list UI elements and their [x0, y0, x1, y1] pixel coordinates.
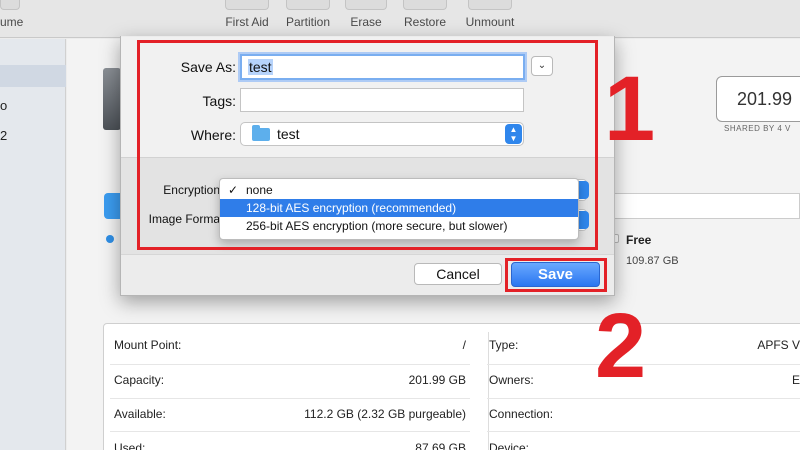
- partition-icon: [286, 0, 330, 10]
- free-label: Free: [626, 233, 652, 247]
- used-label: Used:: [114, 441, 146, 450]
- restore-button[interactable]: Restore: [396, 0, 454, 29]
- volume-icon: [0, 0, 20, 10]
- sidebar-item-label: 2: [0, 128, 8, 143]
- used-value: 87.69 GB: [415, 441, 466, 450]
- type-label: Type:: [489, 338, 519, 352]
- owners-value: E: [791, 373, 800, 387]
- unmount-icon: [468, 0, 512, 10]
- toolbar-volume-button[interactable]: ume: [0, 0, 24, 29]
- divider: [110, 398, 470, 399]
- restore-label: Restore: [403, 15, 447, 29]
- owners-label: Owners:: [489, 373, 534, 387]
- shared-by-label: SHARED BY 4 V: [724, 124, 791, 133]
- usage-bar: [604, 193, 800, 219]
- annotation-box-step-2: [505, 258, 607, 292]
- type-value: APFS V: [757, 338, 800, 352]
- partition-button[interactable]: Partition: [280, 0, 336, 29]
- sidebar-item-volume[interactable]: o: [0, 95, 66, 117]
- divider: [110, 364, 470, 365]
- used-legend-dot: [106, 235, 114, 243]
- annotation-number-2: 2: [595, 295, 647, 397]
- divider: [487, 398, 800, 399]
- toolbar-volume-label: ume: [0, 15, 24, 29]
- cancel-button[interactable]: Cancel: [414, 263, 502, 285]
- erase-icon: [345, 0, 387, 10]
- device-label: Device:: [489, 441, 530, 450]
- unmount-label: Unmount: [465, 15, 515, 29]
- capacity-value-row: 201.99 GB: [408, 373, 466, 387]
- mount-point-label: Mount Point:: [114, 338, 182, 352]
- connection-label: Connection:: [489, 407, 554, 421]
- annotation-box-step-1: [137, 40, 598, 250]
- disk-drive-icon: [103, 68, 121, 130]
- partition-label: Partition: [285, 15, 331, 29]
- first-aid-icon: [225, 0, 269, 10]
- capacity-label: Capacity:: [114, 373, 165, 387]
- mount-point-value: /: [462, 338, 466, 352]
- unmount-button[interactable]: Unmount: [458, 0, 522, 29]
- sidebar-item-volume-2[interactable]: 2: [0, 125, 66, 147]
- capacity-display: 201.99: [716, 76, 800, 122]
- free-value: 109.87 GB: [626, 255, 679, 267]
- sidebar-item-selected[interactable]: [0, 65, 66, 87]
- erase-button[interactable]: Erase: [342, 0, 390, 29]
- available-label: Available:: [114, 407, 166, 421]
- capacity-value: 201.99: [737, 89, 793, 109]
- first-aid-button[interactable]: First Aid: [218, 0, 276, 29]
- erase-label: Erase: [350, 15, 382, 29]
- annotation-number-1: 1: [604, 58, 656, 160]
- sidebar: o 2: [0, 39, 66, 450]
- restore-icon: [403, 0, 447, 10]
- first-aid-label: First Aid: [225, 15, 269, 29]
- sidebar-item-label: o: [0, 98, 8, 113]
- available-value: 112.2 GB (2.32 GB purgeable): [304, 407, 466, 421]
- toolbar: ume First Aid Partition Erase Restore Un…: [0, 0, 800, 38]
- divider: [110, 431, 470, 432]
- divider: [487, 431, 800, 432]
